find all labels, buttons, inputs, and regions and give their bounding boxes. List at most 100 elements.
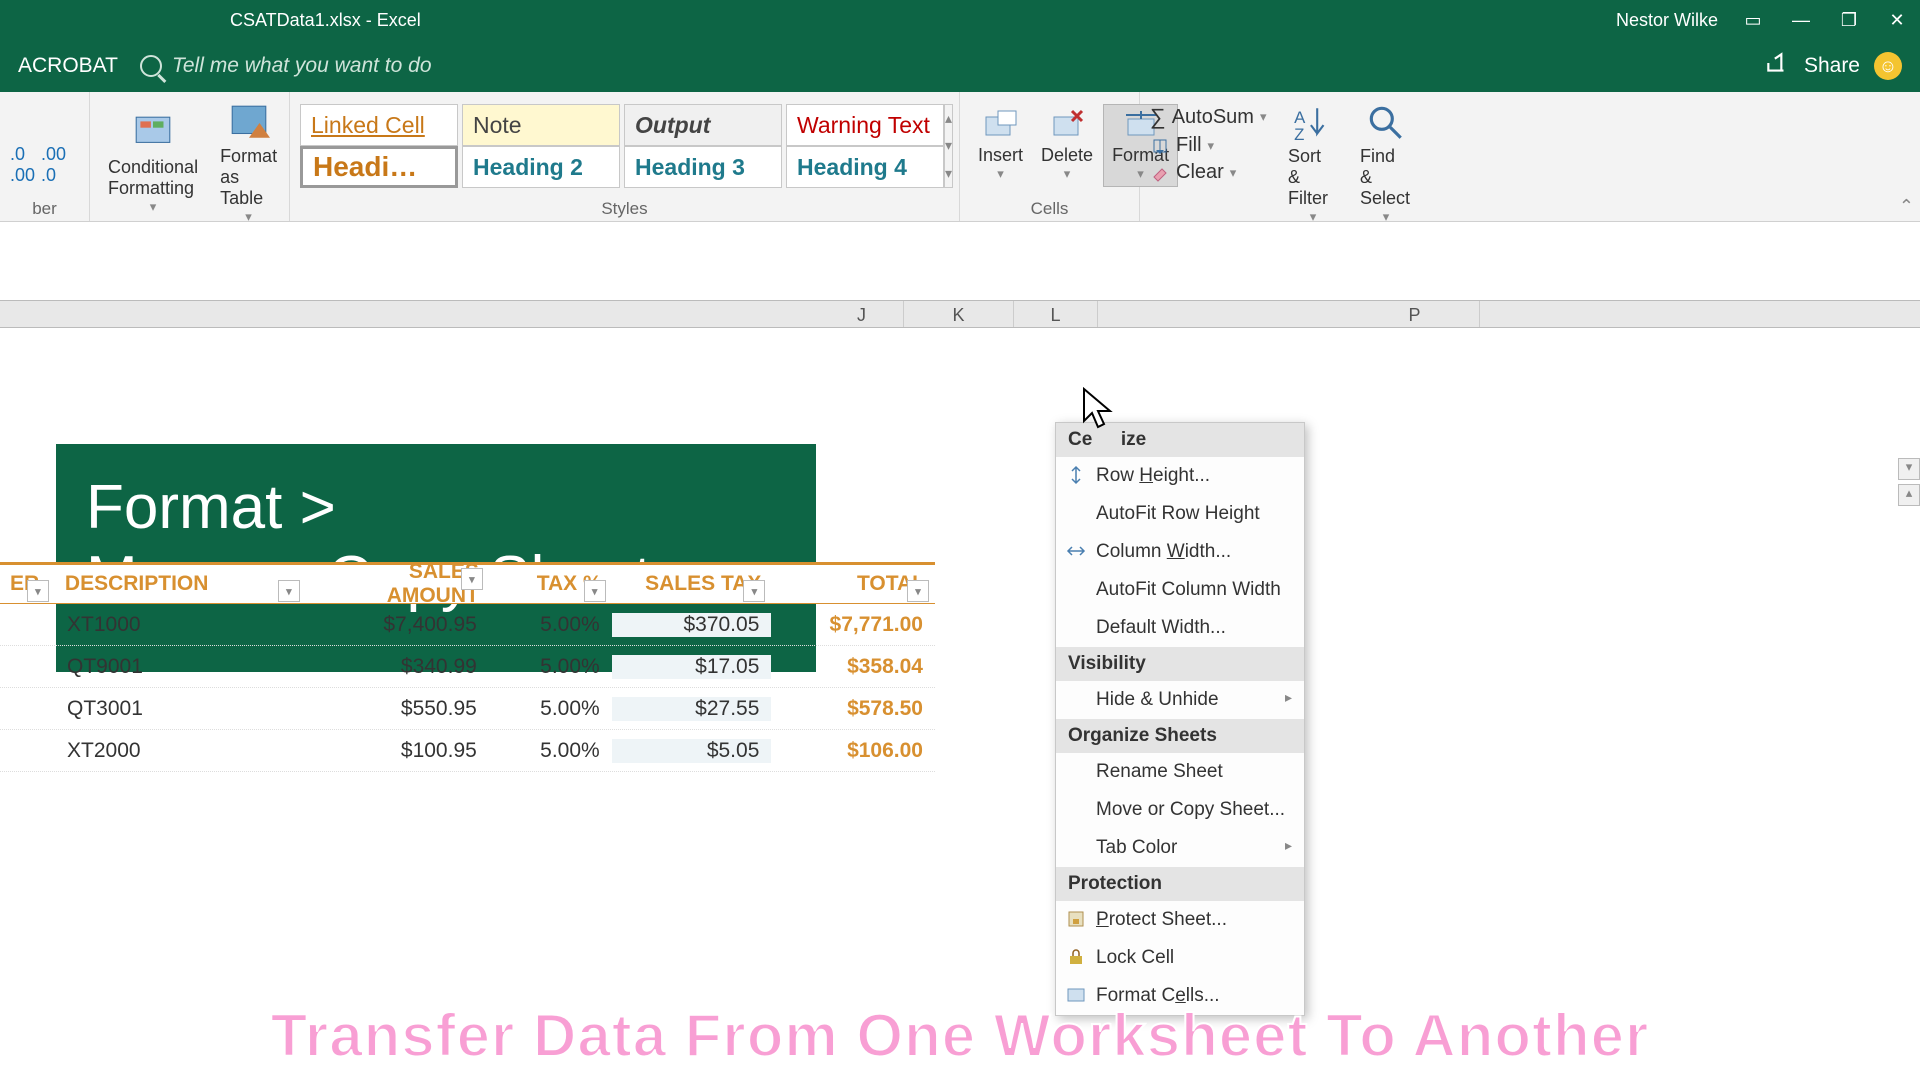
caption-overlay: Transfer Data From One Worksheet To Anot… [0, 1001, 1920, 1070]
menu-tab-color[interactable]: Tab Color [1056, 829, 1304, 867]
filter-icon[interactable]: ▾ [907, 580, 929, 602]
menu-header-cellsize: Cell Size [1056, 423, 1304, 457]
cell-sales[interactable]: $100.95 [306, 739, 489, 763]
ribbon: .0.00 .00.0 ber Conditional Formatting F… [0, 92, 1920, 222]
window-title: CSATData1.xlsx - Excel [10, 10, 1616, 31]
th-sales-tax[interactable]: SALES TAX▾ [612, 572, 772, 596]
filter-icon[interactable]: ▾ [27, 580, 49, 602]
increase-decimal-icon[interactable]: .0.00 [10, 144, 35, 186]
menu-move-copy-sheet[interactable]: Move or Copy Sheet... [1056, 791, 1304, 829]
table-row[interactable]: QT9001$340.995.00%$17.05$358.04 [0, 646, 935, 688]
menu-default-width[interactable]: Default Width... [1056, 609, 1304, 647]
conditional-formatting-button[interactable]: Conditional Formatting [100, 98, 206, 229]
tab-acrobat[interactable]: ACROBAT [18, 54, 118, 78]
menu-lock-cell[interactable]: Lock Cell [1056, 939, 1304, 977]
gallery-down-icon[interactable]: ▾ [945, 132, 952, 159]
style-heading1[interactable]: Headi… [300, 146, 458, 188]
data-table: ER▾ DESCRIPTION▾ SALES AMOUNT▾ TAX %▾ SA… [0, 562, 935, 772]
cell-tax[interactable]: $27.55 [612, 697, 772, 721]
group-label-cells: Cells [960, 199, 1139, 219]
close-icon[interactable]: ✕ [1884, 7, 1910, 33]
sort-filter-button[interactable]: AZ Sort & Filter [1280, 98, 1346, 229]
menu-header-protection: Protection [1056, 867, 1304, 901]
menu-hide-unhide[interactable]: Hide & Unhide [1056, 681, 1304, 719]
share-button[interactable]: Share [1804, 54, 1860, 78]
menu-autofit-col[interactable]: AutoFit Column Width [1056, 571, 1304, 609]
format-as-table-button[interactable]: Format as Table [212, 98, 285, 229]
style-gallery-scroll[interactable]: ▴ ▾ ▾ [944, 104, 953, 188]
filter-icon[interactable]: ▾ [584, 580, 606, 602]
svg-text:Z: Z [1294, 125, 1304, 144]
cell-total[interactable]: $7,771.00 [771, 613, 935, 637]
style-note[interactable]: Note [462, 104, 620, 146]
autosum-button[interactable]: ∑ AutoSum [1150, 104, 1260, 130]
cell-total[interactable]: $578.50 [771, 697, 935, 721]
cell-taxp[interactable]: 5.00% [489, 739, 612, 763]
tell-me-search[interactable]: Tell me what you want to do [140, 54, 432, 78]
col-k[interactable]: K [904, 301, 1014, 327]
menu-autofit-row[interactable]: AutoFit Row Height [1056, 495, 1304, 533]
style-heading4[interactable]: Heading 4 [786, 146, 944, 188]
ribbon-display-icon[interactable]: ▭ [1740, 7, 1766, 33]
style-heading2[interactable]: Heading 2 [462, 146, 620, 188]
th-tax-pct[interactable]: TAX %▾ [489, 572, 612, 596]
title-bar: CSATData1.xlsx - Excel Nestor Wilke ▭ — … [0, 0, 1920, 40]
cell-taxp[interactable]: 5.00% [489, 697, 612, 721]
filter-icon[interactable]: ▾ [278, 580, 300, 602]
cell-desc[interactable]: XT1000 [55, 613, 306, 637]
collapse-ribbon-icon[interactable]: ⌃ [1899, 196, 1914, 217]
delete-button[interactable]: Delete [1033, 104, 1101, 187]
th-description[interactable]: DESCRIPTION▾ [55, 572, 306, 596]
cell-taxp[interactable]: 5.00% [489, 655, 612, 679]
menu-row-height[interactable]: Row Height... [1056, 457, 1304, 495]
cell-desc[interactable]: QT9001 [55, 655, 306, 679]
col-p[interactable]: P [1350, 301, 1480, 327]
menu-header-visibility: Visibility [1056, 647, 1304, 681]
feedback-smiley-icon[interactable]: ☺ [1874, 52, 1902, 80]
table-row[interactable]: XT1000$7,400.955.00%$370.05$7,771.00 [0, 604, 935, 646]
th-er[interactable]: ER▾ [0, 572, 55, 596]
gallery-more-icon[interactable]: ▾ [945, 160, 952, 187]
style-output[interactable]: Output [624, 104, 782, 146]
minimize-icon[interactable]: — [1788, 7, 1814, 33]
style-heading3[interactable]: Heading 3 [624, 146, 782, 188]
worksheet-area: ▾ ▴ J K L P Format > Move or Copy Sheet … [0, 222, 1920, 1080]
menu-column-width[interactable]: Column Width... [1056, 533, 1304, 571]
group-label-styles: Styles [290, 199, 959, 219]
sigma-icon: ∑ [1150, 104, 1166, 130]
cell-desc[interactable]: XT2000 [55, 739, 306, 763]
th-total[interactable]: TOTAL▾ [771, 572, 935, 596]
decrease-decimal-icon[interactable]: .00.0 [41, 144, 66, 186]
cell-sales[interactable]: $7,400.95 [306, 613, 489, 637]
menu-rename-sheet[interactable]: Rename Sheet [1056, 753, 1304, 791]
fill-button[interactable]: Fill [1150, 134, 1260, 157]
gallery-up-icon[interactable]: ▴ [945, 105, 952, 132]
name-box-dropdown-icon[interactable]: ▾ [1898, 458, 1920, 480]
find-select-button[interactable]: Find & Select [1352, 98, 1420, 229]
style-warning[interactable]: Warning Text [786, 104, 944, 146]
cell-total[interactable]: $358.04 [771, 655, 935, 679]
cell-taxp[interactable]: 5.00% [489, 613, 612, 637]
table-row[interactable]: QT3001$550.955.00%$27.55$578.50 [0, 688, 935, 730]
col-l[interactable]: L [1014, 301, 1098, 327]
cell-desc[interactable]: QT3001 [55, 697, 306, 721]
search-icon [140, 55, 162, 77]
clear-button[interactable]: Clear [1150, 161, 1260, 184]
filter-icon[interactable]: ▾ [743, 580, 765, 602]
cell-sales[interactable]: $550.95 [306, 697, 489, 721]
menu-protect-sheet[interactable]: Protect Sheet... [1056, 901, 1304, 939]
maximize-icon[interactable]: ❐ [1836, 7, 1862, 33]
cell-sales[interactable]: $340.99 [306, 655, 489, 679]
th-sales-amount[interactable]: SALES AMOUNT▾ [306, 560, 489, 608]
cell-tax[interactable]: $370.05 [612, 613, 772, 637]
cell-tax[interactable]: $5.05 [612, 739, 772, 763]
style-linked-cell[interactable]: Linked Cell [300, 104, 458, 146]
table-row[interactable]: XT2000$100.955.00%$5.05$106.00 [0, 730, 935, 772]
share-icon[interactable] [1764, 50, 1790, 82]
scroll-up-icon[interactable]: ▴ [1898, 484, 1920, 506]
col-j[interactable]: J [820, 301, 904, 327]
cell-total[interactable]: $106.00 [771, 739, 935, 763]
insert-button[interactable]: Insert [970, 104, 1031, 187]
cell-tax[interactable]: $17.05 [612, 655, 772, 679]
filter-icon[interactable]: ▾ [461, 568, 483, 590]
